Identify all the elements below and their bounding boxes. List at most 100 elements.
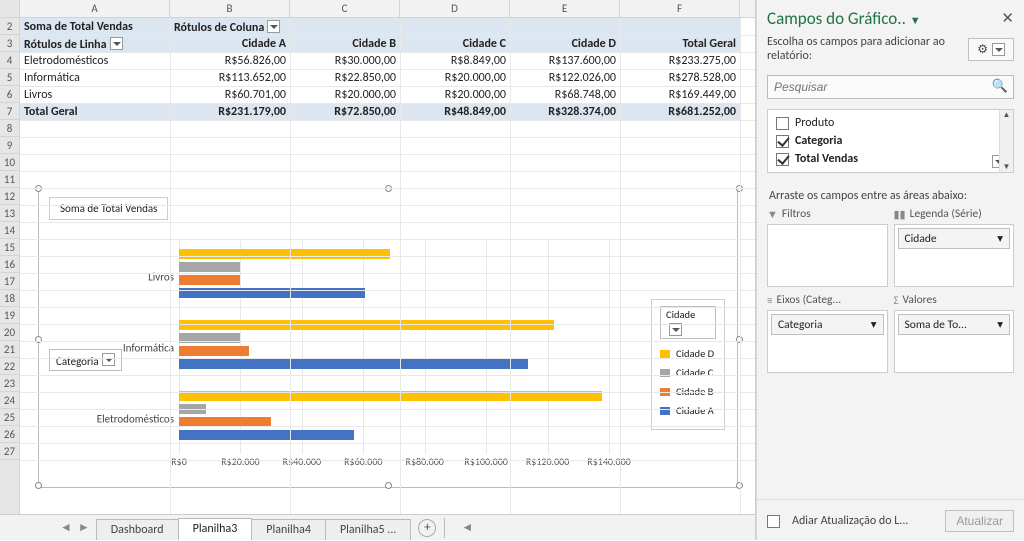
col-header[interactable]: E: [510, 0, 620, 17]
row-header[interactable]: 15: [0, 239, 19, 256]
zone-dropbox[interactable]: [767, 224, 888, 287]
row-header[interactable]: 4: [0, 52, 19, 69]
row-header[interactable]: 10: [0, 154, 19, 171]
chart-bar[interactable]: [179, 430, 354, 440]
chevron-down-icon[interactable]: ▾: [871, 317, 877, 332]
defer-label: Adiar Atualização do L...: [792, 514, 908, 528]
sheet-tab[interactable]: Planilha3: [178, 518, 253, 541]
chart-bar[interactable]: [179, 320, 554, 330]
row-header[interactable]: 17: [0, 273, 19, 290]
row-header[interactable]: 24: [0, 392, 19, 409]
hscroll-left-icon[interactable]: ◄: [461, 520, 473, 535]
zone-item[interactable]: Soma de To...▾: [898, 314, 1011, 335]
row-header[interactable]: 14: [0, 222, 19, 239]
chart-title[interactable]: Soma de Total Vendas: [49, 197, 168, 220]
zone-item[interactable]: Categoria▾: [771, 314, 884, 335]
row-header[interactable]: 3: [0, 35, 19, 52]
chevron-down-icon[interactable]: [110, 37, 123, 50]
sheet-tab[interactable]: Dashboard: [96, 519, 179, 540]
chevron-down-icon[interactable]: ▾: [997, 231, 1003, 246]
row-header[interactable]: 16: [0, 256, 19, 273]
zone-dropbox[interactable]: Categoria▾: [767, 310, 888, 373]
pivot-cols-label[interactable]: Rótulos de Coluna: [170, 18, 740, 35]
sheet-tab[interactable]: Planilha4: [251, 519, 326, 540]
filter-icon: ▼: [767, 208, 778, 221]
cell-area[interactable]: Soma de Total Vendas Rótulos de Coluna R…: [20, 18, 755, 514]
scrollbar[interactable]: ▲▼: [999, 110, 1013, 172]
row-header[interactable]: 11: [0, 171, 19, 188]
zone-values[interactable]: ΣValores Soma de To...▾: [894, 293, 1015, 373]
resize-handle[interactable]: [35, 482, 42, 489]
field-list[interactable]: Produto CategoriaTotal Vendas▲▼: [767, 109, 1014, 173]
row-header[interactable]: 19: [0, 307, 19, 324]
row-header[interactable]: 9: [0, 137, 19, 154]
pivot-cell: R$169.449,00: [620, 86, 740, 103]
field-checkbox[interactable]: [776, 117, 789, 130]
search-input[interactable]: [767, 75, 1014, 99]
row-header[interactable]: 26: [0, 426, 19, 443]
chevron-down-icon[interactable]: [267, 20, 280, 33]
field-checkbox[interactable]: [776, 153, 789, 166]
chart-legend[interactable]: Cidade Cidade D Cidade C Cidade B Cidade…: [651, 299, 725, 430]
col-header[interactable]: D: [400, 0, 510, 17]
col-header[interactable]: A: [20, 0, 170, 17]
resize-handle[interactable]: [385, 482, 392, 489]
chart-bar[interactable]: [179, 359, 528, 369]
row-header[interactable]: 21: [0, 341, 19, 358]
row-header[interactable]: 22: [0, 358, 19, 375]
row-header[interactable]: 27: [0, 443, 19, 460]
zone-axis[interactable]: ≡Eixos (Categ... Categoria▾: [767, 293, 888, 373]
tab-nav-prev-icon[interactable]: ◄: [60, 520, 72, 535]
search-icon[interactable]: 🔍: [992, 79, 1008, 94]
add-sheet-button[interactable]: +: [418, 519, 436, 537]
row-header[interactable]: 18: [0, 290, 19, 307]
field-label: Produto: [795, 116, 834, 130]
chart-bar[interactable]: [179, 346, 249, 356]
pivot-rows-label[interactable]: Rótulos de Linha: [20, 35, 170, 52]
legend-swatch: [660, 407, 670, 415]
pivot-corner: Soma de Total Vendas: [20, 18, 170, 35]
col-header[interactable]: F: [620, 0, 740, 17]
row-header[interactable]: 6: [0, 86, 19, 103]
row-header[interactable]: 20: [0, 324, 19, 341]
pivot-col-header: Cidade D: [510, 35, 620, 52]
zone-filters[interactable]: ▼Filtros: [767, 207, 888, 287]
row-header[interactable]: 5: [0, 69, 19, 86]
pivot-cell: R$278.528,00: [620, 69, 740, 86]
legend-field-button[interactable]: Cidade: [660, 306, 716, 339]
tab-nav-next-icon[interactable]: ►: [78, 520, 90, 535]
gear-button[interactable]: ⚙: [968, 38, 1014, 61]
row-header[interactable]: 25: [0, 409, 19, 426]
zone-legend[interactable]: ▮▮Legenda (Série) Cidade▾: [894, 207, 1015, 287]
close-icon[interactable]: ✕: [1001, 9, 1014, 28]
x-tick-label: R$20.000: [221, 455, 259, 468]
field-item[interactable]: Produto: [770, 114, 1011, 132]
col-header[interactable]: B: [170, 0, 290, 17]
chart-bar[interactable]: [179, 275, 240, 285]
update-button[interactable]: Atualizar: [945, 510, 1014, 532]
row-header[interactable]: 8: [0, 120, 19, 137]
row-header[interactable]: 2: [0, 18, 19, 35]
row-header[interactable]: 7: [0, 103, 19, 120]
row-header[interactable]: 13: [0, 205, 19, 222]
field-item[interactable]: Categoria: [770, 132, 1011, 150]
pivot-rows-label-text: Rótulos de Linha: [24, 38, 107, 52]
zone-dropbox[interactable]: Cidade▾: [894, 224, 1015, 287]
col-header[interactable]: C: [290, 0, 400, 17]
pivot-cell: R$68.748,00: [510, 86, 620, 103]
chart-bar[interactable]: [179, 262, 240, 272]
defer-checkbox[interactable]: [767, 515, 780, 528]
row-header[interactable]: 12: [0, 188, 19, 205]
chevron-down-icon[interactable]: ▾: [997, 317, 1003, 332]
chevron-down-icon[interactable]: [992, 43, 1005, 56]
selectall-corner[interactable]: [0, 0, 20, 17]
row-header[interactable]: 23: [0, 375, 19, 392]
pivot-total-label: Total Geral: [20, 103, 170, 120]
field-item[interactable]: Total Vendas: [770, 150, 1011, 168]
chart-bar[interactable]: [179, 249, 390, 259]
sheet-tab[interactable]: Planilha5 ...: [325, 519, 411, 540]
pivot-cell: R$122.026,00: [510, 69, 620, 86]
field-checkbox[interactable]: [776, 135, 789, 148]
zone-dropbox[interactable]: Soma de To...▾: [894, 310, 1015, 373]
zone-item[interactable]: Cidade▾: [898, 228, 1011, 249]
